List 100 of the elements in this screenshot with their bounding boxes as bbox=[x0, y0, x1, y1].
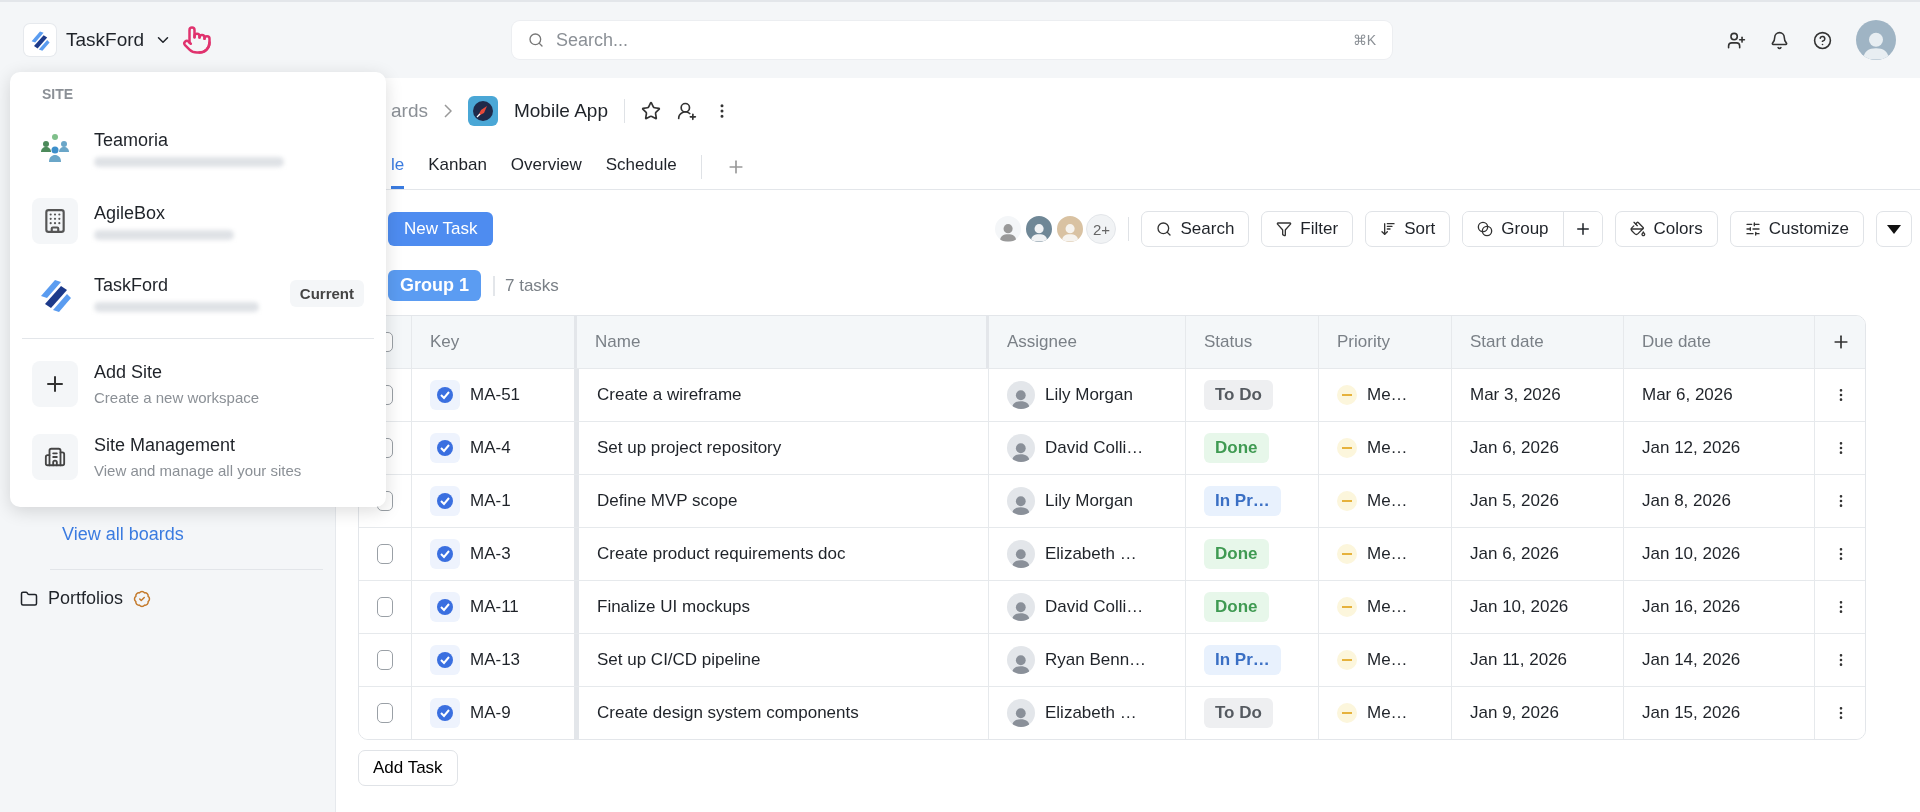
site-item[interactable]: TaskFord Current bbox=[20, 257, 376, 331]
search-input[interactable]: Search... bbox=[554, 28, 1343, 52]
menu-action[interactable]: Add Site Create a new workspace bbox=[20, 347, 376, 421]
column-header[interactable]: Start date bbox=[1470, 332, 1544, 352]
start-date: Jan 11, 2026 bbox=[1470, 650, 1568, 670]
toolbar-button[interactable]: Customize bbox=[1729, 211, 1864, 247]
assignee-avatar bbox=[1007, 593, 1035, 621]
checkbox[interactable] bbox=[377, 597, 393, 617]
task-name[interactable]: Create a wireframe bbox=[597, 385, 742, 405]
priority-text: Me… bbox=[1367, 491, 1408, 511]
task-key[interactable]: MA-13 bbox=[470, 650, 521, 670]
task-key[interactable]: MA-9 bbox=[470, 703, 511, 723]
checkbox[interactable] bbox=[377, 703, 393, 723]
view-tab[interactable]: le bbox=[391, 144, 405, 189]
column-header[interactable]: Priority bbox=[1337, 332, 1390, 352]
task-key[interactable]: MA-51 bbox=[470, 385, 521, 405]
priority-text: Me… bbox=[1367, 438, 1408, 458]
medium-priority-icon bbox=[1337, 650, 1357, 670]
due-date: Mar 6, 2026 bbox=[1642, 385, 1733, 405]
column-header[interactable]: Assignee bbox=[1007, 332, 1077, 352]
action-subtitle: View and manage all your sites bbox=[94, 461, 303, 479]
column-header[interactable]: Name bbox=[595, 332, 641, 352]
action-title: Site Management bbox=[94, 434, 237, 456]
assignee-name: Ryan Benn… bbox=[1045, 650, 1147, 670]
user-add-icon[interactable] bbox=[677, 101, 697, 121]
status-tag[interactable]: In Pr… bbox=[1204, 645, 1281, 675]
view-tab[interactable]: Overview bbox=[510, 144, 582, 189]
status-tag[interactable]: To Do bbox=[1204, 380, 1273, 410]
menu-action[interactable]: Site Management View and manage all your sites bbox=[20, 420, 376, 493]
folder-icon bbox=[20, 589, 38, 608]
medium-priority-icon bbox=[1337, 438, 1357, 458]
checkbox[interactable] bbox=[377, 650, 393, 670]
star-icon[interactable] bbox=[641, 101, 661, 121]
toolbar-button[interactable]: Sort bbox=[1365, 211, 1451, 247]
due-date: Jan 8, 2026 bbox=[1642, 491, 1731, 511]
task-type-icon bbox=[430, 592, 460, 622]
column-header[interactable]: Due date bbox=[1642, 332, 1711, 352]
medium-priority-icon bbox=[1337, 703, 1357, 723]
paint-bucket-icon bbox=[1629, 221, 1646, 237]
due-date: Jan 10, 2026 bbox=[1642, 544, 1741, 564]
task-key[interactable]: MA-1 bbox=[470, 491, 511, 511]
task-type-icon bbox=[430, 433, 460, 463]
checkbox[interactable] bbox=[377, 544, 393, 564]
help-icon[interactable] bbox=[1813, 30, 1832, 50]
board-title: Mobile App bbox=[513, 100, 608, 122]
start-date: Mar 3, 2026 bbox=[1470, 385, 1561, 405]
assignee-avatar bbox=[1007, 434, 1035, 462]
task-key[interactable]: MA-11 bbox=[470, 597, 519, 617]
start-date: Jan 9, 2026 bbox=[1470, 703, 1559, 723]
pointing-hand-icon bbox=[182, 25, 213, 55]
task-name[interactable]: Create design system components bbox=[597, 703, 859, 723]
task-name[interactable]: Set up project repository bbox=[597, 438, 782, 458]
view-tab[interactable]: Schedule bbox=[605, 144, 677, 189]
shortcut-hint: ⌘K bbox=[1352, 32, 1376, 48]
priority-text: Me… bbox=[1367, 544, 1408, 564]
site-name: AgileBox bbox=[94, 202, 167, 224]
group-split-control[interactable]: Group bbox=[1462, 211, 1603, 247]
assignee-name: Lily Morgan bbox=[1045, 385, 1133, 405]
priority-text: Me… bbox=[1367, 703, 1408, 723]
workspace-logo[interactable] bbox=[24, 24, 56, 56]
toolbar-button[interactable]: Search bbox=[1141, 211, 1250, 247]
member-count[interactable]: 2+ bbox=[1086, 214, 1117, 244]
sidebar-item[interactable]: Portfolios bbox=[20, 588, 152, 609]
medium-priority-icon bbox=[1337, 597, 1357, 617]
task-key[interactable]: MA-4 bbox=[470, 438, 511, 458]
column-header[interactable]: Key bbox=[430, 332, 460, 352]
assignee-name: Lily Morgan bbox=[1045, 491, 1133, 511]
workspace-name[interactable]: TaskFord bbox=[66, 29, 145, 51]
site-item[interactable]: AgileBox bbox=[20, 184, 376, 258]
toolbar-button[interactable]: Colors bbox=[1614, 211, 1718, 247]
assignee-name: David Colli… bbox=[1045, 438, 1144, 458]
add-task-button[interactable]: Add Task bbox=[358, 750, 458, 786]
view-all-boards-link[interactable]: View all boards bbox=[62, 524, 335, 545]
bell-icon[interactable] bbox=[1770, 30, 1789, 50]
task-name[interactable]: Define MVP scope bbox=[597, 491, 738, 511]
action-subtitle: Create a new workspace bbox=[94, 388, 261, 406]
search-icon bbox=[1156, 221, 1173, 237]
status-tag[interactable]: In Pr… bbox=[1204, 486, 1281, 516]
invite-user-icon[interactable] bbox=[1727, 30, 1746, 50]
assignee-avatar bbox=[1007, 540, 1035, 568]
add-group-button[interactable] bbox=[1562, 212, 1602, 246]
view-tab[interactable]: Kanban bbox=[428, 144, 487, 189]
task-name[interactable]: Set up CI/CD pipeline bbox=[597, 650, 761, 670]
building-icon bbox=[42, 208, 68, 235]
assignee-avatar bbox=[1007, 646, 1035, 674]
assignee-avatar bbox=[1007, 699, 1035, 727]
column-header[interactable]: Status bbox=[1204, 332, 1253, 352]
current-badge: Current bbox=[289, 280, 364, 308]
more-options-button[interactable] bbox=[1876, 211, 1912, 247]
site-name: Teamoria bbox=[94, 129, 170, 151]
task-key[interactable]: MA-3 bbox=[470, 544, 511, 564]
toolbar-button[interactable]: Filter bbox=[1261, 211, 1354, 247]
priority-text: Me… bbox=[1367, 385, 1408, 405]
task-name[interactable]: Finalize UI mockups bbox=[597, 597, 751, 617]
task-name[interactable]: Create product requirements doc bbox=[597, 544, 846, 564]
due-date: Jan 15, 2026 bbox=[1642, 703, 1741, 723]
site-item[interactable]: Teamoria bbox=[20, 112, 376, 185]
caret-down-icon bbox=[1887, 224, 1901, 234]
status-tag[interactable]: To Do bbox=[1204, 698, 1273, 728]
menu-heading: SITE bbox=[41, 86, 75, 102]
